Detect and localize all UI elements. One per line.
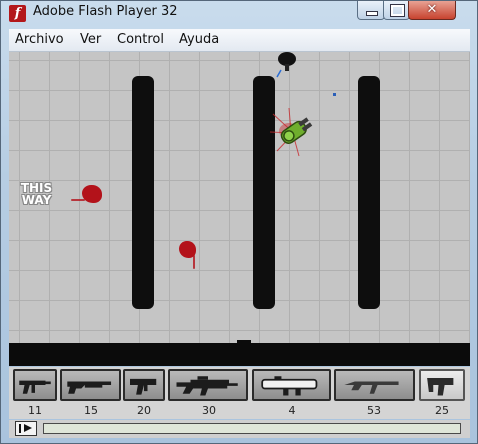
blood-splatter: [82, 185, 102, 203]
weapon-slot-assault-rifle[interactable]: [168, 369, 248, 401]
uzi-icon: [427, 378, 454, 396]
play-step-icon[interactable]: [15, 421, 37, 436]
progress-bar[interactable]: [43, 423, 461, 434]
wall-pillar: [132, 76, 154, 309]
ammo-count: 25: [435, 404, 449, 417]
rocket-launcher-icon: [261, 376, 318, 396]
ammo-count: 15: [84, 404, 98, 417]
bullet-casing: [333, 93, 336, 96]
weapon-bar: 11 15 20 30 4 53 25: [9, 367, 470, 419]
blood-streak: [71, 199, 85, 201]
bottom-wall: [9, 343, 470, 366]
menu-control[interactable]: Control: [117, 32, 164, 47]
submachine-gun-icon: [19, 380, 51, 394]
player-sprite: [269, 107, 313, 157]
flash-player-icon: f: [9, 5, 26, 22]
weapon-slot-rocket-launcher[interactable]: [252, 369, 331, 401]
game-stage[interactable]: THIS WAY: [9, 52, 470, 366]
ammo-count: 20: [137, 404, 151, 417]
weapon-slot-machine-pistol[interactable]: [123, 369, 165, 401]
close-button[interactable]: ✕: [408, 1, 456, 20]
weapon-slot-ak-rifle[interactable]: [334, 369, 415, 401]
blood-streak: [193, 255, 195, 269]
shotgun-icon: [67, 381, 112, 394]
ammo-count: 4: [288, 404, 296, 417]
close-icon: ✕: [426, 2, 438, 17]
menu-ver[interactable]: Ver: [80, 32, 101, 47]
ammo-count: 53: [367, 404, 381, 417]
this-way-sign: THIS WAY: [18, 182, 55, 206]
weapon-slot-shotgun[interactable]: [60, 369, 121, 401]
window-title: Adobe Flash Player 32: [33, 4, 178, 19]
enemy-sprite: [276, 52, 296, 78]
menu-archivo[interactable]: Archivo: [15, 32, 64, 47]
weapon-slot-submachine-gun[interactable]: [13, 369, 57, 401]
flash-player-window: f Adobe Flash Player 32 ✕ Archivo Ver Co…: [0, 0, 478, 444]
weapon-slot-uzi[interactable]: [419, 369, 465, 401]
ak-rifle-icon: [344, 381, 399, 394]
maximize-button[interactable]: [383, 1, 410, 20]
ammo-count: 30: [202, 404, 216, 417]
menu-bar: Archivo Ver Control Ayuda: [9, 29, 470, 52]
ammo-count: 11: [28, 404, 42, 417]
playback-controls: [9, 420, 470, 438]
wall-pillar: [358, 76, 380, 309]
sign-line: WAY: [21, 193, 52, 207]
menu-ayuda[interactable]: Ayuda: [179, 32, 219, 47]
assault-rifle-icon: [176, 376, 238, 396]
minimize-button[interactable]: [357, 1, 385, 20]
title-bar: f Adobe Flash Player 32 ✕: [1, 1, 477, 27]
machine-pistol-icon: [130, 378, 157, 395]
